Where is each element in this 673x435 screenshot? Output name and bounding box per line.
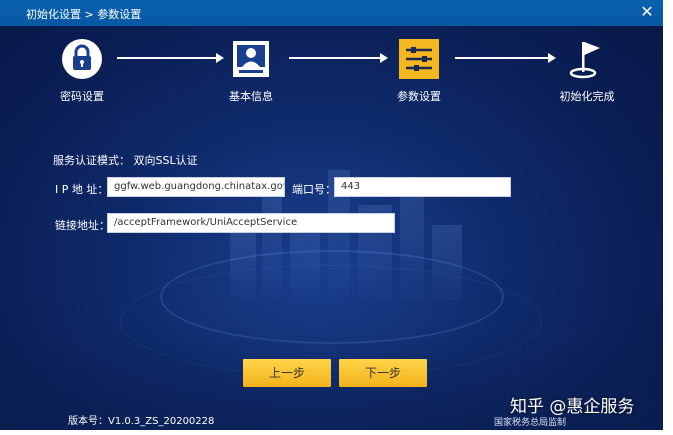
step-label-parameters: 参数设置 (397, 90, 441, 103)
url-field[interactable]: /acceptFramework/UniAcceptService (107, 213, 395, 233)
step-arrow (289, 53, 388, 63)
previous-step-button[interactable]: 上一步 (243, 359, 331, 387)
step-arrow (117, 53, 224, 63)
step-label-basic-info: 基本信息 (229, 90, 273, 103)
port-field[interactable]: 443 (334, 177, 511, 197)
step-label-complete: 初始化完成 (559, 90, 615, 103)
ip-address-field[interactable]: ggfw.web.guangdong.chinatax.gov.cn (107, 177, 285, 197)
ip-label: I P 地 址： (55, 183, 109, 196)
window-title: 初始化设置 > 参数设置 (26, 8, 142, 21)
close-icon[interactable]: ✕ (637, 2, 657, 22)
watermark: 知乎 @惠企服务 (510, 397, 635, 417)
id-card-icon (230, 38, 272, 80)
app-window: 初始化设置 > 参数设置 ✕ 密码设置 基本信息 参数设置 初始化完成 服务认证… (0, 0, 663, 430)
step-arrow (455, 53, 556, 63)
next-step-button[interactable]: 下一步 (339, 359, 427, 387)
lock-icon (61, 38, 103, 80)
step-label-password: 密码设置 (60, 90, 104, 103)
url-label: 链接地址： (55, 219, 110, 232)
port-label: 端口号： (292, 183, 336, 196)
title-bar: 初始化设置 > 参数设置 ✕ (0, 0, 663, 26)
version-text: 版本号：V1.0.3_ZS_20200228 (68, 416, 215, 427)
sliders-icon (398, 38, 440, 80)
auth-mode-text: 服务认证模式： 双向SSL认证 (53, 154, 198, 167)
finish-flag-icon (566, 38, 608, 80)
